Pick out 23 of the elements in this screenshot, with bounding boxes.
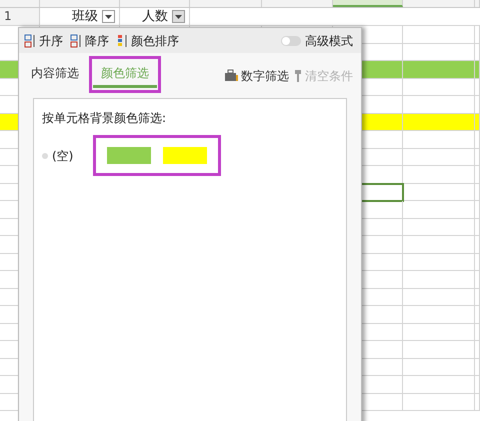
table-cell-text: 人数 [142,8,168,26]
color-swatch[interactable] [107,147,152,164]
sort-icon [24,34,36,48]
caret-icon [175,14,182,18]
sort-button[interactable]: 颜色排序 [116,32,179,50]
color-sort-icon [116,34,128,48]
toolbox-icon [224,69,239,82]
sort-button[interactable]: 降序 [70,32,109,50]
advanced-mode-label: 高级模式 [305,32,353,50]
empty-option[interactable]: (空) [42,146,74,164]
color-filter-heading: 按单元格背景颜色筛选: [42,110,168,127]
filter-dropdown-button[interactable] [102,10,115,23]
sort-button[interactable]: 升序 [24,32,63,50]
filter-action-button[interactable]: 数字筛选 [224,66,289,84]
row-number: 1 [0,8,40,25]
advanced-mode-toggle[interactable] [281,36,301,46]
table-cell-text: 班级 [72,8,98,26]
color-swatch[interactable] [163,147,208,164]
caret-icon [105,14,112,18]
filter-dropdown-button[interactable] [172,10,185,23]
brush-icon [293,68,303,82]
sort-icon [70,34,82,48]
filter-tab[interactable]: 内容筛选 [23,64,87,88]
